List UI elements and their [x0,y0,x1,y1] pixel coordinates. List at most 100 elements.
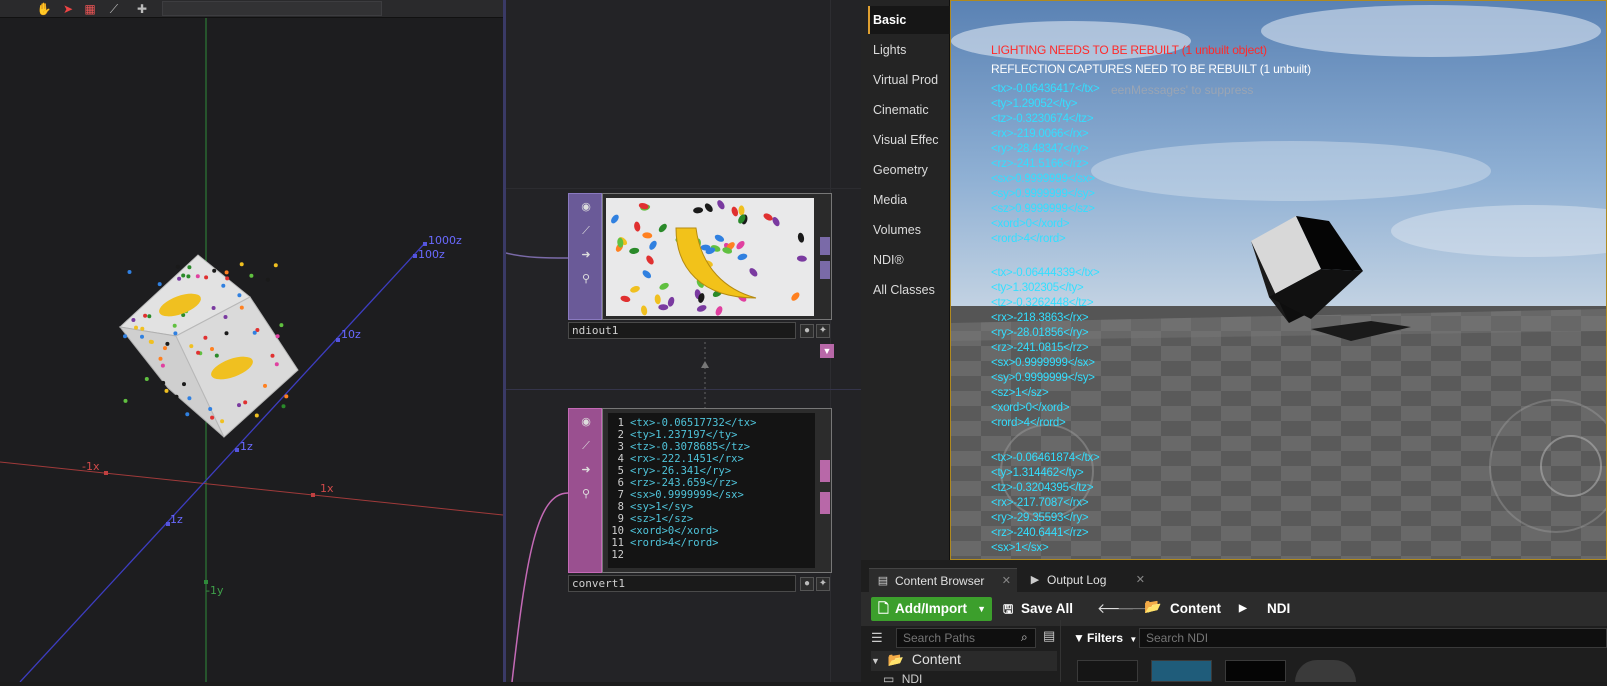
grid-icon[interactable]: ▦ [82,1,98,17]
node-name-ndiout1[interactable]: ndiout1 [568,322,796,339]
code-text: <rz>-243.659</rz> [630,477,738,489]
transform-message-line: <sz>1</sz> [991,387,1049,399]
jellybean-banana-image [606,198,814,316]
lock-icon[interactable]: ⚲ [577,485,595,503]
line-number: 5 [617,465,624,477]
node-convert1[interactable]: ◉ ⟋ ➜ ⚲ 1 <tx>-0.06517732</tx> 2 <ty>1.2371… [568,408,832,594]
place-category-visual-effects[interactable]: Visual Effec [868,126,950,154]
bypass-icon[interactable]: ➜ [577,246,595,264]
place-category-lights[interactable]: Lights [868,36,950,64]
transform-message-line: <rord>4</rord> [991,233,1066,245]
place-category-volumes[interactable]: Volumes [868,216,950,244]
viewport-field[interactable] [162,1,382,16]
transform-message-line: <sx>0.9999999</sx> [991,357,1095,369]
asset-thumbnail[interactable] [1295,660,1356,682]
transform-message-line: <rx>-218.3863</rx> [991,312,1089,324]
output-connector[interactable] [820,460,830,482]
pointer-icon[interactable]: ➤ [60,1,76,17]
viewer-toggle-icon[interactable]: ◉ [577,198,595,216]
place-category-all-classes[interactable]: All Classes [868,276,950,304]
close-icon[interactable]: ✕ [1002,569,1011,593]
transform-message-line: <tz>-0.3230674</tz> [991,113,1094,125]
3d-viewport[interactable]: 1000z 100z 10z 1z 1z -1x 1x -1y ✋ ➤ ▦ ⟋ … [0,0,503,682]
lock-icon[interactable]: ⚲ [577,270,595,288]
transform-message-line: <tz>-0.3262448</tz> [991,297,1094,309]
code-text: <sz>1</sz> [630,513,694,525]
code-line: 2 <ty>1.237197</ty> [608,429,815,441]
tree-label: Content [911,651,961,667]
chevron-down-icon: ▼ [977,604,986,614]
asset-thumbnail[interactable] [1225,660,1286,682]
line-number: 8 [617,501,624,513]
code-line: 7 <sx>0.9999999</sx> [608,489,815,501]
line-number: 2 [617,429,624,441]
transform-message-line: <rz>-241.0815</rz> [991,342,1089,354]
transform-message-line: <sz>0.9999999</sz> [991,203,1095,215]
axes-gizmo [0,18,503,682]
dock-arrow-icon[interactable]: ▼ [820,344,834,358]
transform-message-line: <rz>-240.6441</rz> [991,527,1089,539]
code-text: <tx>-0.06517732</tx> [630,417,757,429]
place-category-ndi[interactable]: NDI® [868,246,950,274]
place-category-geometry[interactable]: Geometry [868,156,950,184]
line-number: 7 [617,489,624,501]
code-line: 12 [608,549,815,561]
line-number: 10 [611,525,624,537]
node-add-icon[interactable]: ✦ [816,577,830,591]
node-name-convert1[interactable]: convert1 [568,575,796,592]
transform-icon[interactable]: ✚ [134,1,150,17]
bone-icon[interactable]: ⟋ [106,1,122,17]
place-category-basic[interactable]: Basic [868,6,950,34]
splitter[interactable] [1060,620,1061,682]
code-text: <ry>-26.341</ry> [630,465,732,477]
node-add-icon[interactable]: ✦ [816,324,830,338]
transform-message-line: <ry>-29.35593</ry> [991,512,1089,524]
node-ndiout1[interactable]: ◉ ⟋ ➜ ⚲ ndiout1 ● ✦ [568,193,832,341]
bypass-icon[interactable]: ➜ [577,461,595,479]
search-paths-input[interactable] [896,628,1036,648]
axis-label-neg1y: -1y [206,584,224,597]
filters-button[interactable]: ▼ Filters ▼ [1073,627,1137,649]
node-flag-icon[interactable]: ● [800,324,814,338]
add-import-button[interactable]: 🗋 Add/Import ▼ [871,597,992,621]
place-category-media[interactable]: Media [868,186,950,214]
close-icon[interactable]: ✕ [1136,568,1145,592]
node-strip: ◉ ⟋ ➜ ⚲ [568,193,602,320]
network-editor[interactable]: ◉ ⟋ ➜ ⚲ ndiout1 ● ✦ ▼ ◉ ⟋ ➜ ⚲ 1 <tx>-0.06… [503,0,864,682]
folder-icon[interactable]: 📂 [1144,598,1161,615]
settings-icon[interactable]: ▤ [1043,628,1055,644]
place-category-cinematic[interactable]: Cinematic [868,96,950,124]
cook-icon[interactable]: ⟋ [577,222,595,240]
tab-output-log[interactable]: ▶ Output Log ✕ [1021,568,1151,592]
tree-item-content[interactable]: ▼ 📂 Content [871,651,1057,671]
level-viewport[interactable]: LIGHTING NEEDS TO BE REBUILT (1 unbuilt … [950,0,1607,560]
add-import-label: Add/Import [895,601,967,616]
transform-message-line: <xord>0</xord> [991,402,1070,414]
tab-label: Content Browser [895,574,985,588]
node-strip: ◉ ⟋ ➜ ⚲ [568,408,602,573]
node-flag-icon[interactable]: ● [800,577,814,591]
code-line: 9 <sz>1</sz> [608,513,815,525]
cook-icon[interactable]: ⟋ [577,437,595,455]
transform-message-line: <sx>1</sx> [991,542,1049,554]
asset-thumbnail[interactable] [1151,660,1212,682]
viewer-toggle-icon[interactable]: ◉ [577,413,595,431]
save-all-button[interactable]: 🖫 Save All [1001,597,1073,621]
tree-item-ndi[interactable]: ▭ NDI [883,672,922,686]
output-connector[interactable] [820,261,830,279]
place-category-virtual-production[interactable]: Virtual Prod [868,66,950,94]
output-connector[interactable] [820,492,830,514]
hand-icon[interactable]: ✋ [36,1,52,17]
transform-message-block: <tx>-0.06436417</tx> <ty>1.29052</ty> <tz>… [991,82,1100,247]
breadcrumb-ndi[interactable]: NDI [1267,597,1290,621]
sources-toggle-icon[interactable]: ☰ [871,630,883,646]
content-browser-panel: ▤ Content Browser ✕ ▶ Output Log ✕ 🗋 Add… [861,560,1607,686]
line-number: 9 [617,513,624,525]
breadcrumb-content[interactable]: Content [1170,597,1221,621]
asset-thumbnail[interactable] [1077,660,1138,682]
tab-content-browser[interactable]: ▤ Content Browser ✕ [869,568,1017,592]
transform-message-line: <ty>1.302305</ty> [991,282,1084,294]
search-ndi-input[interactable] [1139,628,1607,648]
output-connector[interactable] [820,237,830,255]
save-icon: 🖫 [1003,602,1014,616]
